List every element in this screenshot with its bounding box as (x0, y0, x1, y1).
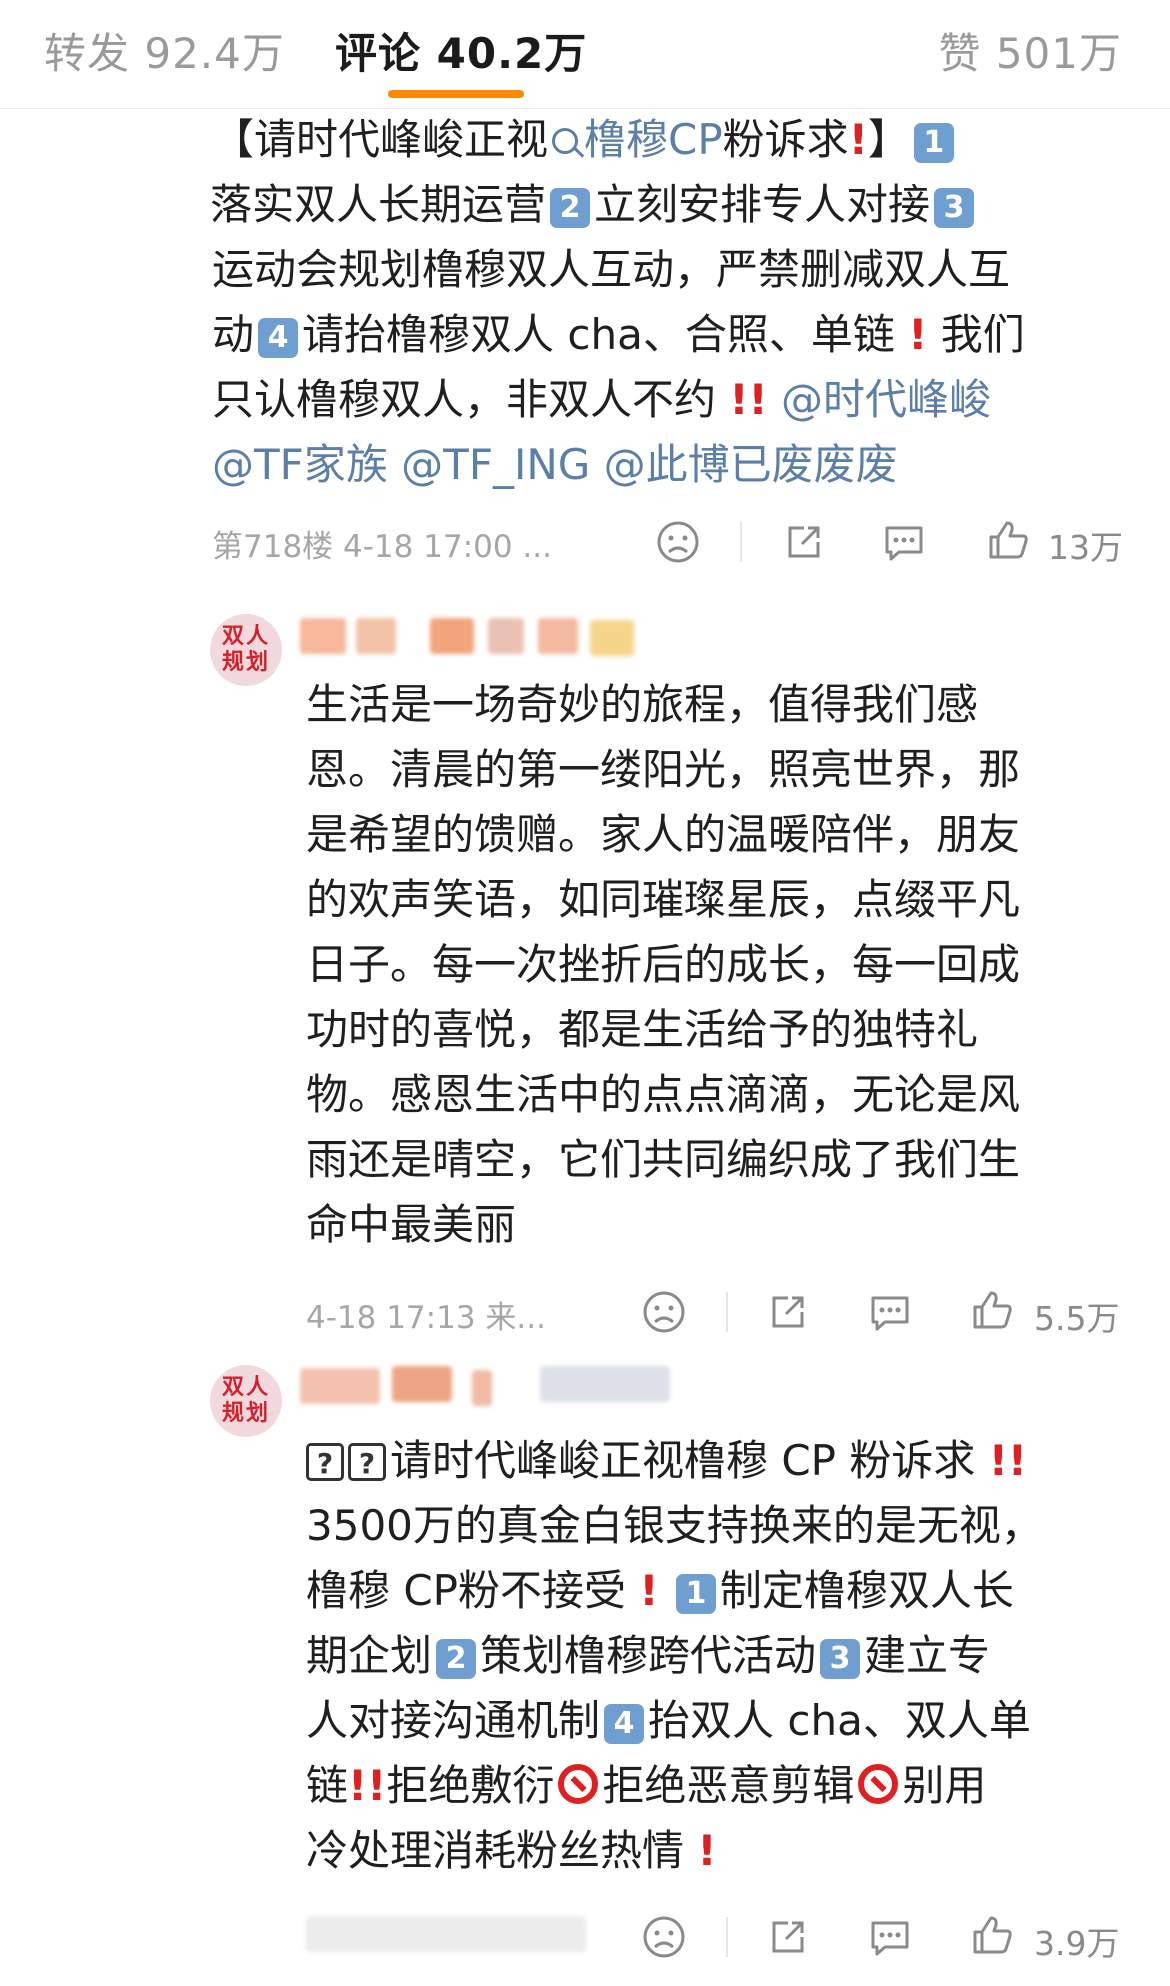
keycap-3-icon: 3 (934, 188, 975, 228)
like-count: 5.5万 (1034, 1299, 1120, 1338)
keycap-4-icon: 4 (258, 318, 299, 358)
like-count: 3.9万 (1034, 1924, 1120, 1963)
comment-text-segment: 】 (867, 115, 910, 164)
comment-text-segment: 请抬橹穆双人 cha、合照、单链 (302, 310, 895, 359)
reply-text-segment: 期企划 (306, 1631, 433, 1680)
reply-text-segment: 橹穆 CP粉不接受 (306, 1566, 627, 1615)
reply-text-segment: 请时代峰峻正视橹穆 CP 粉诉求 (390, 1436, 976, 1485)
exclamation-icon: ! (908, 310, 928, 359)
keycap-1-icon: 1 (675, 1574, 716, 1614)
comment-text-segment: 我们 (940, 310, 1025, 359)
reply-text-segment: 别用 (902, 1761, 987, 1810)
frown-face-icon[interactable] (654, 518, 702, 566)
reply-text-line: 雨还是晴空，它们共同编织成了我们生 (306, 1135, 1021, 1184)
avatar-text: 双人 (221, 1375, 270, 1400)
reply-text-line: 日子。每一次挫折后的成长，每一回成 (306, 940, 1021, 989)
comment-text-segment: 动 (212, 310, 255, 359)
comment-text-segment: 粉诉求 (722, 115, 849, 164)
comment-text-line: 运动会规划橹穆双人互动，严禁删减双人互 (212, 245, 1011, 294)
comment-bubble-icon[interactable] (880, 518, 928, 566)
tab-bar: 转发 92.4万 评论 40.2万 赞 501万 (0, 0, 1170, 109)
comment-text-segment: 落实双人长期运营 (210, 180, 547, 229)
avatar[interactable]: 双人 规划 (210, 614, 282, 686)
double-exclamation-icon: !! (988, 1436, 1028, 1485)
reply-time-blurred (306, 1916, 606, 1952)
keycap-1-icon: 1 (913, 123, 954, 163)
comment-text: 【请时代峰峻正视 橹穆CP粉诉求!】 1 落实双人长期运营 2 立刻安排专人对接 3 运动… (210, 107, 1025, 497)
reply-time-source: 4-18 17:13 来... (306, 1300, 546, 1336)
comment-bubble-icon[interactable] (866, 1288, 914, 1336)
like-count: 13万 (1048, 528, 1123, 567)
share-icon[interactable] (780, 518, 828, 566)
keycap-4-icon: 4 (604, 1704, 645, 1744)
username-blurred[interactable] (300, 1364, 700, 1410)
reply-text-segment: 冷处理消耗粉丝热情 (306, 1826, 685, 1875)
divider (726, 1917, 728, 1957)
thumbs-up-icon[interactable] (968, 1286, 1016, 1334)
reply-text-line: 是希望的馈赠。家人的温暖陪伴，朋友 (306, 810, 1021, 859)
avatar-text: 规划 (221, 1401, 270, 1426)
reply-text-segment: 链 (306, 1761, 349, 1810)
avatar[interactable]: 双人 规划 (210, 1365, 282, 1437)
no-entry-icon (858, 1764, 899, 1804)
tab-comments[interactable]: 评论 40.2万 (335, 20, 587, 81)
active-tab-indicator (388, 90, 524, 98)
thumbs-up-icon[interactable] (984, 516, 1032, 564)
avatar-text: 规划 (221, 650, 270, 675)
exclamation-icon: ! (848, 115, 868, 164)
reply-text-line: 3500万的真金白银支持换来的是无视， (306, 1501, 1043, 1550)
comment-floor-time: 第718楼 4-18 17:00 ... (212, 529, 552, 565)
reply-text-line: 功时的喜悦，都是生活给予的独特礼 (306, 1005, 979, 1054)
tab-reposts[interactable]: 转发 92.4万 (44, 20, 285, 81)
divider (740, 522, 742, 562)
share-icon[interactable] (764, 1288, 812, 1336)
mention-links[interactable]: @TF家族 @TF_ING @此博已废废废 (212, 432, 1025, 497)
comment-bubble-icon[interactable] (866, 1913, 914, 1961)
username-blurred[interactable] (300, 616, 650, 656)
comment-text-segment: 只认橹穆双人，非双人不约 (212, 375, 717, 424)
reply-text-segment: 拒绝敷衍 (386, 1761, 555, 1810)
keycap-2-icon: 2 (550, 188, 591, 228)
search-icon (552, 128, 579, 154)
exclamation-icon: ! (697, 1826, 717, 1875)
reply-text-segment: 抬双人 cha、双人单 (648, 1696, 1031, 1745)
question-mark-icon: ? (306, 1443, 344, 1481)
reply-text: 生活是一场奇妙的旅程，值得我们感 恩。清晨的第一缕阳光，照亮世界，那 是希望的馈… (306, 672, 1020, 1257)
topic-link[interactable]: 橹穆CP (584, 115, 723, 164)
reply-text-segment: 人对接沟通机制 (306, 1696, 601, 1745)
reply-text-segment: 制定橹穆双人长 (719, 1566, 1014, 1615)
avatar-text: 双人 (221, 624, 270, 649)
question-mark-icon: ? (348, 1443, 386, 1481)
double-exclamation-icon: !! (348, 1761, 387, 1810)
reply-text: ?? 请时代峰峻正视橹穆 CP 粉诉求 !! 3500万的真金白银支持换来的是无视… (306, 1428, 1043, 1883)
comment-text-segment: 立刻安排专人对接 (594, 180, 931, 229)
reply-text-line: 恩。清晨的第一缕阳光，照亮世界，那 (306, 745, 1021, 794)
reply-text-segment: 策划橹穆跨代活动 (480, 1631, 817, 1680)
reply-text-segment: 拒绝恶意剪辑 (602, 1761, 855, 1810)
reply-text-line: 的欢声笑语，如同璀璨星辰，点缀平凡 (306, 875, 1021, 924)
reply-text-line: 生活是一场奇妙的旅程，值得我们感 (306, 680, 979, 729)
thumbs-up-icon[interactable] (968, 1911, 1016, 1959)
mention-link[interactable]: @时代峰峻 (781, 375, 991, 424)
double-exclamation-icon: !! (729, 375, 768, 424)
keycap-3-icon: 3 (820, 1639, 861, 1679)
share-icon[interactable] (764, 1913, 812, 1961)
exclamation-icon: ! (639, 1566, 659, 1615)
frown-face-icon[interactable] (640, 1288, 688, 1336)
tab-likes[interactable]: 赞 501万 (938, 20, 1122, 81)
frown-face-icon[interactable] (640, 1913, 688, 1961)
comment-text-segment: 【请时代峰峻正视 (212, 115, 549, 164)
keycap-2-icon: 2 (436, 1639, 477, 1679)
reply-text-line: 物。感恩生活中的点点滴滴，无论是风 (306, 1070, 1021, 1119)
reply-text-line: 命中最美丽 (306, 1200, 517, 1249)
divider (726, 1292, 728, 1332)
no-entry-icon (558, 1764, 599, 1804)
reply-text-segment: 建立专 (864, 1631, 991, 1680)
